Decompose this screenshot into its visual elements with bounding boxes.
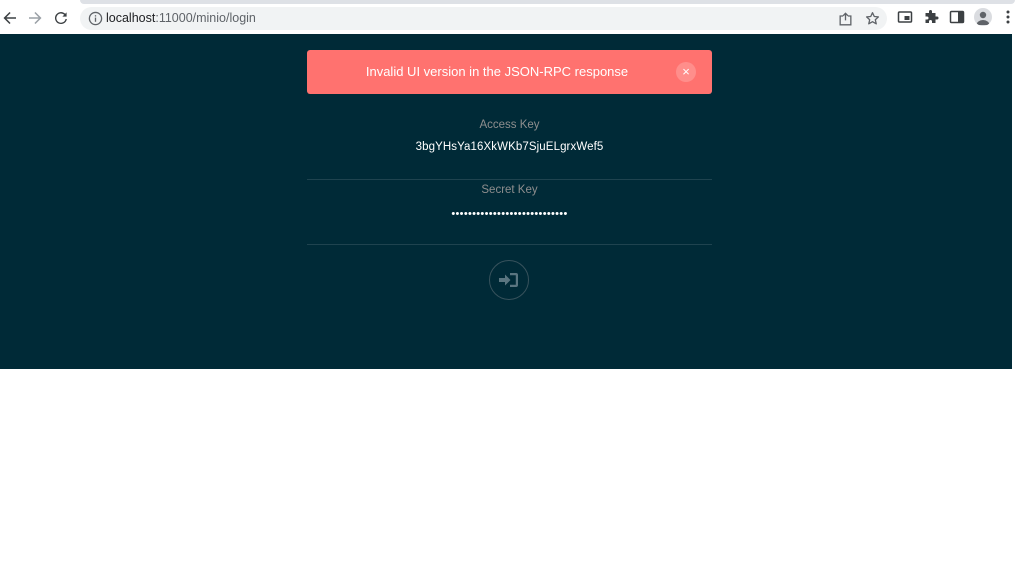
address-bar[interactable]: localhost:11000/minio/login [80,7,887,30]
secret-key-input[interactable]: •••••••••••••••••••••••••••• [307,208,712,220]
share-icon[interactable] [838,11,853,26]
browser-toolbar: localhost:11000/minio/login [0,0,1035,34]
menu-icon[interactable] [1001,9,1015,25]
access-key-label: Access Key [479,119,540,131]
side-panel-icon[interactable] [949,9,965,25]
url-path: :11000/minio/login [155,11,256,25]
forward-icon [29,12,42,24]
sign-in-icon [499,273,518,287]
profile-avatar[interactable] [974,8,992,26]
reload-button[interactable] [51,8,71,28]
picture-in-picture-icon[interactable] [897,9,913,25]
scrollbar[interactable] [1012,34,1035,582]
profile-icon [976,11,990,25]
tab-strip-edge [80,0,1015,4]
url-text[interactable]: localhost:11000/minio/login [106,11,256,26]
access-key-input[interactable]: 3bgYHsYa16XkWKb7SjuELgrxWef5 [307,141,712,153]
error-alert: Invalid UI version in the JSON-RPC respo… [307,50,712,94]
alert-message: Invalid UI version in the JSON-RPC respo… [365,64,629,79]
reload-icon [54,12,67,25]
login-page: Invalid UI version in the JSON-RPC respo… [0,34,1012,369]
forward-button[interactable] [25,8,45,28]
info-icon[interactable] [88,11,103,26]
secret-key-field[interactable]: Secret Key •••••••••••••••••••••••••••• [307,181,712,245]
star-icon[interactable] [865,11,880,26]
close-icon[interactable]: × [676,62,696,82]
extensions-icon[interactable] [923,9,939,25]
url-host: localhost [106,11,156,25]
back-icon [3,12,16,24]
access-key-field[interactable]: Access Key 3bgYHsYa16XkWKb7SjuELgrxWef5 [307,116,712,180]
secret-key-label: Secret Key [481,184,538,196]
login-button[interactable] [489,260,529,300]
back-button[interactable] [0,8,20,28]
